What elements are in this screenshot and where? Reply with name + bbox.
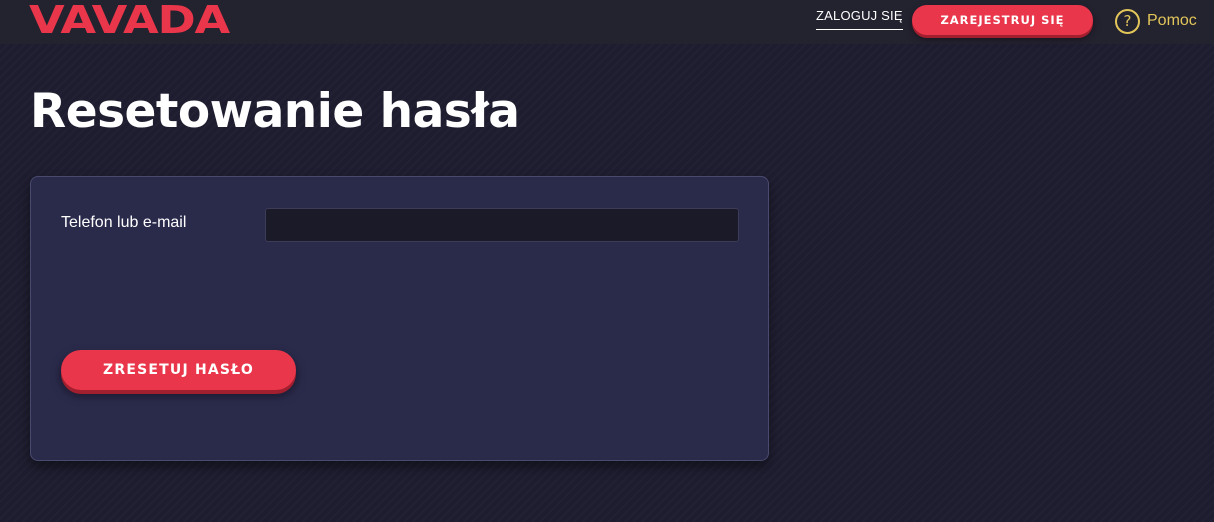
phone-or-email-label: Telefon lub e-mail: [61, 214, 187, 231]
phone-or-email-input[interactable]: [265, 208, 739, 242]
logo-text: VAVADA: [29, 2, 230, 38]
page-title: Resetowanie hasła: [30, 84, 520, 139]
reset-password-form: Telefon lub e-mail ZRESETUJ HASŁO: [30, 176, 769, 461]
top-header: VAVADA ZALOGUJ SIĘ ZAREJESTRUJ SIĘ ? Pom…: [0, 0, 1214, 44]
reset-password-button[interactable]: ZRESETUJ HASŁO: [61, 350, 296, 390]
question-circle-icon: ?: [1115, 8, 1140, 34]
vavada-logo[interactable]: VAVADA: [29, 2, 230, 38]
help-label: Pomoc: [1147, 12, 1197, 29]
help-link[interactable]: ? Pomoc: [1115, 8, 1197, 34]
register-button[interactable]: ZAREJESTRUJ SIĘ: [912, 5, 1093, 35]
login-link[interactable]: ZALOGUJ SIĘ: [816, 8, 903, 30]
